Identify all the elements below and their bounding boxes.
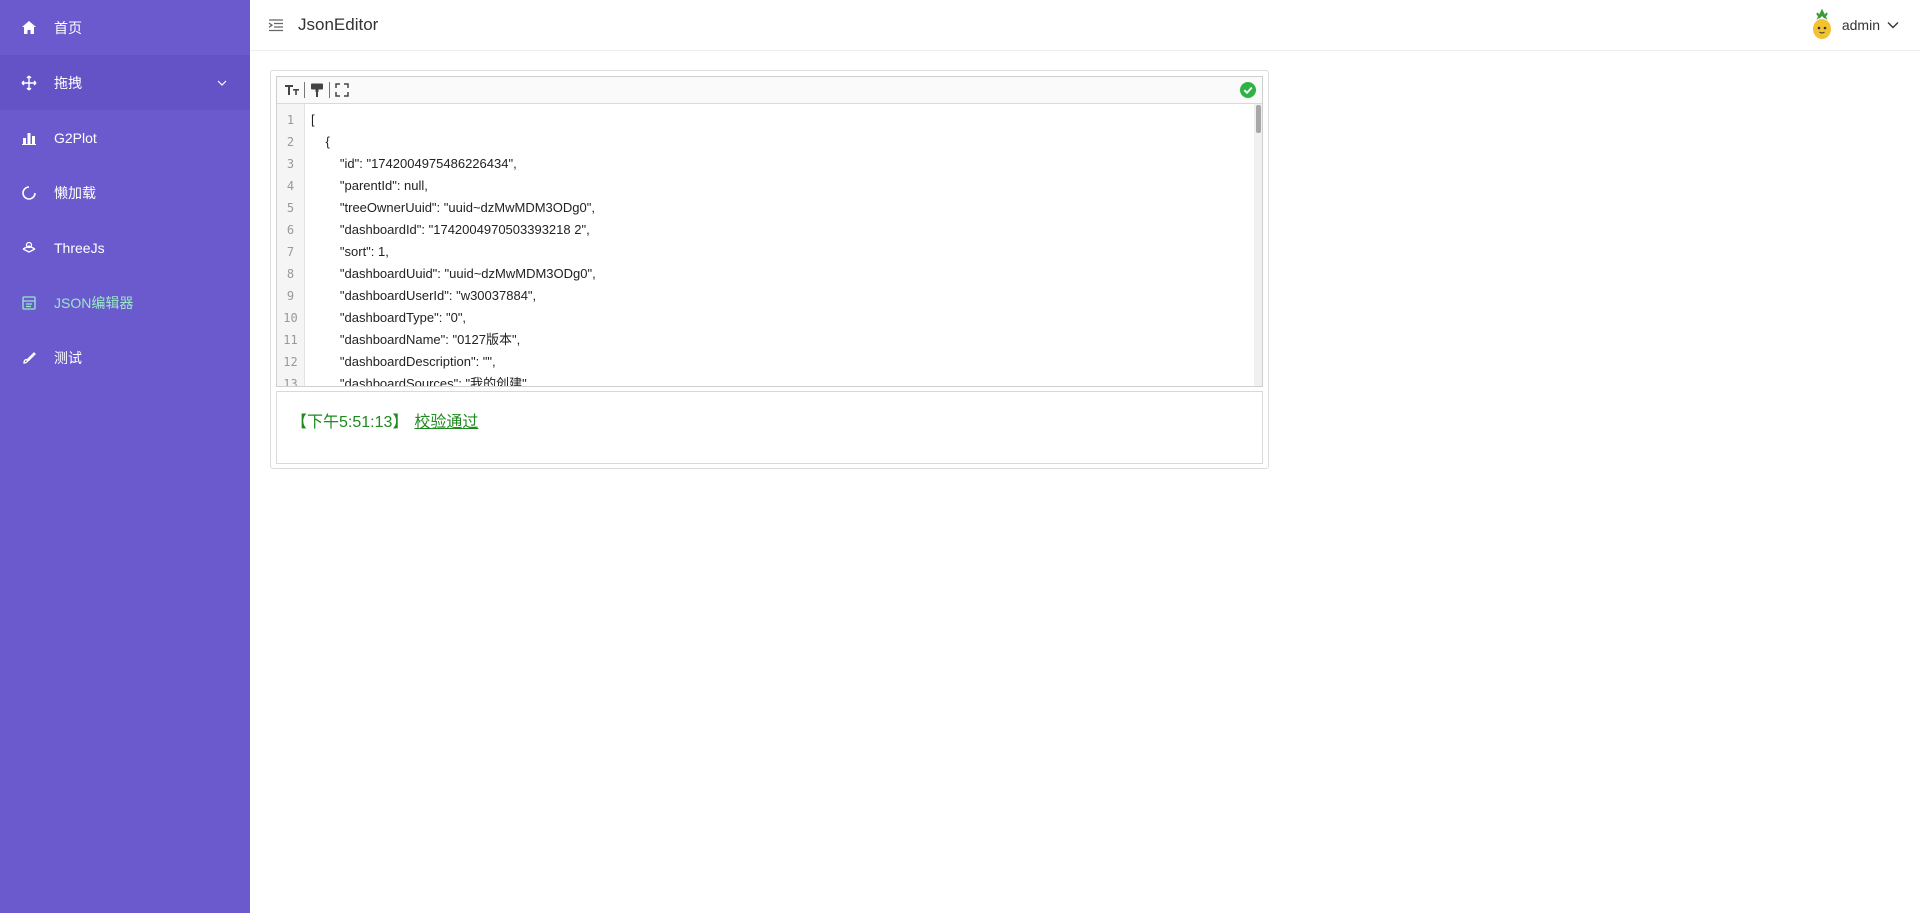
line-number-gutter: 1 2 3 4 5 6 7 8 9 10 11 12 13: [277, 104, 305, 386]
brush-icon: [20, 349, 38, 367]
toolbar-divider: [304, 82, 305, 98]
user-menu[interactable]: admin: [1808, 8, 1900, 42]
code-line[interactable]: "sort": 1,: [311, 241, 1262, 263]
bar-chart-icon: [20, 129, 38, 147]
json-editor-panel: 1 2 3 4 5 6 7 8 9 10 11 12 13 [ { "id": "17420049754…: [270, 70, 1269, 469]
menu-collapse-icon[interactable]: [268, 17, 284, 33]
sidebar-item-label: ThreeJs: [54, 239, 105, 256]
loading-icon: [20, 184, 38, 202]
code-line[interactable]: "parentId": null,: [311, 175, 1262, 197]
toolbar-divider: [329, 82, 330, 98]
layers-icon: [20, 239, 38, 257]
vertical-scrollbar[interactable]: [1254, 104, 1262, 386]
line-number: 11: [283, 333, 298, 347]
sidebar-item-label: G2Plot: [54, 129, 97, 146]
code-line[interactable]: "dashboardDescription": "",: [311, 351, 1262, 373]
code-line[interactable]: "dashboardUserId": "w30037884",: [311, 285, 1262, 307]
line-number: 2: [286, 135, 295, 149]
code-area[interactable]: 1 2 3 4 5 6 7 8 9 10 11 12 13 [ { "id": "17420049754…: [277, 104, 1262, 386]
fullscreen-icon[interactable]: [333, 81, 351, 99]
editor-toolbar: [277, 77, 1262, 104]
home-icon: [20, 19, 38, 37]
code-line[interactable]: "dashboardId": "1742004970503393218 2",: [311, 219, 1262, 241]
code-line[interactable]: "dashboardSources": "我的创建",: [311, 373, 1262, 386]
line-number: 4: [286, 179, 295, 193]
chevron-down-icon: [1886, 18, 1900, 32]
line-number: 10: [283, 311, 298, 325]
line-number: 5: [286, 201, 295, 215]
line-number: 9: [286, 289, 295, 303]
scrollbar-thumb[interactable]: [1256, 105, 1261, 133]
line-number: 3: [286, 157, 295, 171]
line-number: 13: [283, 377, 298, 386]
document-icon: [20, 294, 38, 312]
sidebar-item-test[interactable]: 测试: [0, 330, 250, 385]
sidebar-item-label: JSON编辑器: [54, 294, 134, 311]
line-number: 8: [286, 267, 295, 281]
code-line[interactable]: "dashboardUuid": "uuid~dzMwMDM3ODg0",: [311, 263, 1262, 285]
code-line[interactable]: "dashboardName": "0127版本",: [311, 329, 1262, 351]
user-name: admin: [1841, 17, 1880, 33]
code-line[interactable]: "dashboardType": "0",: [311, 307, 1262, 329]
sidebar-item-drag[interactable]: 拖拽: [0, 55, 250, 110]
json-editor: 1 2 3 4 5 6 7 8 9 10 11 12 13 [ { "id": "17420049754…: [276, 76, 1263, 387]
sidebar-item-lazyload[interactable]: 懒加载: [0, 165, 250, 220]
code-line[interactable]: "id": "1742004975486226434",: [311, 153, 1262, 175]
sidebar-item-label: 拖拽: [54, 74, 82, 91]
code-content[interactable]: [ { "id": "1742004975486226434", "parent…: [305, 104, 1262, 386]
move-icon: [20, 74, 38, 92]
font-size-icon[interactable]: [283, 81, 301, 99]
line-number: 12: [283, 355, 298, 369]
result-time: 【下午5:51:13】: [291, 414, 409, 431]
line-number: 1: [286, 113, 295, 127]
sidebar-item-threejs[interactable]: ThreeJs: [0, 220, 250, 275]
sidebar-item-label: 测试: [54, 349, 82, 366]
chevron-down-icon: [216, 76, 228, 88]
code-line[interactable]: "treeOwnerUuid": "uuid~dzMwMDM3ODg0",: [311, 197, 1262, 219]
code-line[interactable]: [: [311, 109, 1262, 131]
sidebar: 首页 拖拽 G2Plot 懒加载 ThreeJs JSON编辑器 测试: [0, 0, 250, 913]
format-brush-icon[interactable]: [308, 81, 326, 99]
line-number: 6: [286, 223, 295, 237]
validation-result: 【下午5:51:13】 校验通过: [276, 391, 1263, 464]
result-message: 校验通过: [414, 414, 479, 431]
sidebar-item-label: 首页: [54, 19, 82, 36]
check-circle-icon: [1240, 82, 1256, 98]
code-line[interactable]: {: [311, 131, 1262, 153]
top-header: JsonEditor admin: [250, 0, 1920, 51]
sidebar-item-label: 懒加载: [54, 184, 96, 201]
sidebar-item-home[interactable]: 首页: [0, 0, 250, 55]
sidebar-item-g2plot[interactable]: G2Plot: [0, 110, 250, 165]
line-number: 7: [286, 245, 295, 259]
sidebar-item-json-editor[interactable]: JSON编辑器: [0, 275, 250, 330]
page-title: JsonEditor: [298, 15, 379, 34]
avatar: [1808, 8, 1836, 41]
